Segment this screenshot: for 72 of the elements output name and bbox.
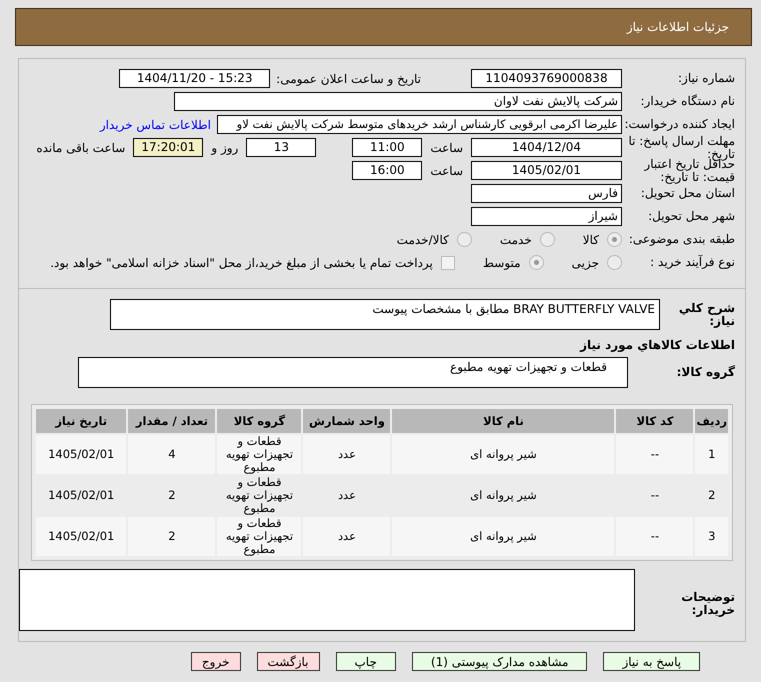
table-cell: 2 xyxy=(128,517,216,556)
page-title: جزئیات اطلاعات نیاز xyxy=(626,20,729,34)
action-button[interactable]: چاپ xyxy=(336,652,396,671)
action-button[interactable]: بازگشت xyxy=(256,652,320,671)
field-label: نام دستگاه خریدار: xyxy=(640,95,735,108)
column-header: ردیف xyxy=(695,409,728,433)
column-header: نام کالا xyxy=(392,409,614,433)
table-cell: عدد xyxy=(303,435,390,474)
table-cell: 1405/02/01 xyxy=(36,435,126,474)
input-field[interactable]: شرکت پالایش نفت لاوان xyxy=(174,92,622,111)
field-label: حداقل تاریخ اعتبار قیمت: تا تاریخ: xyxy=(642,158,735,184)
field-label: ساعت باقی مانده xyxy=(36,140,126,154)
table-cell: -- xyxy=(616,435,694,474)
input-field[interactable]: 16:00 xyxy=(352,161,422,180)
description-textarea[interactable]: BRAY BUTTERFLY VALVE مطابق با مشخصات پیوست xyxy=(110,299,660,330)
field-label: روز و xyxy=(211,140,238,154)
radio-label: جزیی xyxy=(572,256,599,270)
field-label: طبقه بندی موضوعی: xyxy=(628,233,735,246)
table-cell: -- xyxy=(616,517,694,556)
field-label: شماره نیاز: xyxy=(677,72,735,85)
field-label: ساعت xyxy=(430,140,463,154)
table-cell: عدد xyxy=(303,517,390,556)
table-cell: 4 xyxy=(128,435,216,474)
column-header: کد کالا xyxy=(616,409,694,433)
radio-button[interactable] xyxy=(528,255,544,270)
input-field[interactable]: 1404/11/20 - 15:23 xyxy=(119,69,270,88)
radio-button[interactable] xyxy=(540,232,555,247)
column-header: تعداد / مقدار xyxy=(128,409,216,433)
field-label: ساعت xyxy=(430,164,463,178)
table-cell: قطعات و تجهیزات تهویه مطبوع xyxy=(217,517,302,556)
column-header: تاریخ نیاز xyxy=(36,409,126,433)
table-cell: شیر پروانه ای xyxy=(392,435,614,474)
field-label: تاریخ و ساعت اعلان عمومی: xyxy=(276,72,421,86)
input-field[interactable]: علیرضا اکرمی ابرقویی کارشناس ارشد خریدهای متوسط شرکت پالایش نفت لاو xyxy=(217,115,622,134)
radio-label: کالا xyxy=(582,232,599,246)
radio-button[interactable] xyxy=(456,232,472,247)
field-label: شرح کلي نياز: xyxy=(678,302,735,328)
column-header: واحد شمارش xyxy=(303,409,390,433)
input-field[interactable]: شیراز xyxy=(471,207,622,226)
field-label: استان محل تحویل: xyxy=(640,187,735,200)
checkbox[interactable] xyxy=(440,256,455,270)
notes-textarea[interactable] xyxy=(19,569,635,631)
radio-button[interactable] xyxy=(607,232,622,247)
action-button[interactable]: خروج xyxy=(190,652,240,671)
radio-label: متوسط xyxy=(482,256,521,270)
checkbox-label: پرداخت تمام یا بخشی از مبلغ خرید،از محل "اسناد خزانه اسلامی" خواهد بود. xyxy=(50,256,433,270)
table-cell: 1405/02/01 xyxy=(36,517,126,556)
input-field[interactable]: 11:00 xyxy=(352,138,422,157)
action-button[interactable]: پاسخ به نیاز xyxy=(603,652,700,671)
radio-button[interactable] xyxy=(607,255,622,270)
input-field[interactable]: 1405/02/01 xyxy=(471,161,622,180)
action-button[interactable]: مشاهده مدارک پیوستی (1) xyxy=(412,652,588,671)
goods-group-textarea[interactable]: قطعات و تجهیزات تهویه مطبوع xyxy=(78,357,628,388)
field-label: نوع فرآیند خرید : xyxy=(649,256,735,269)
field-label: شهر محل تحویل: xyxy=(647,210,735,223)
field-label: گروه کالا: xyxy=(676,366,735,379)
section-heading: اطلاعات کالاهاي مورد نياز xyxy=(580,336,735,352)
table-cell: 3 xyxy=(695,517,728,556)
field-label: توضیحات خریدار: xyxy=(680,589,735,617)
contact-link[interactable]: اطلاعات تماس خریدار xyxy=(100,118,211,132)
radio-label: کالا/خدمت xyxy=(396,232,449,246)
input-field[interactable]: 13 xyxy=(246,138,316,157)
table-cell: قطعات و تجهیزات تهویه مطبوع xyxy=(217,435,302,474)
radio-label: خدمت xyxy=(500,232,532,246)
table-cell: 1 xyxy=(695,435,728,474)
countdown-field: 17:20:01 xyxy=(133,138,204,157)
column-header: گروه کالا xyxy=(217,409,302,433)
field-label: ایجاد کننده درخواست: xyxy=(623,118,735,131)
input-field[interactable]: 1404/12/04 xyxy=(471,138,622,157)
input-field[interactable]: 1104093769000838 xyxy=(471,69,622,88)
table-cell: شیر پروانه ای xyxy=(392,517,614,556)
input-field[interactable]: فارس xyxy=(471,184,622,203)
